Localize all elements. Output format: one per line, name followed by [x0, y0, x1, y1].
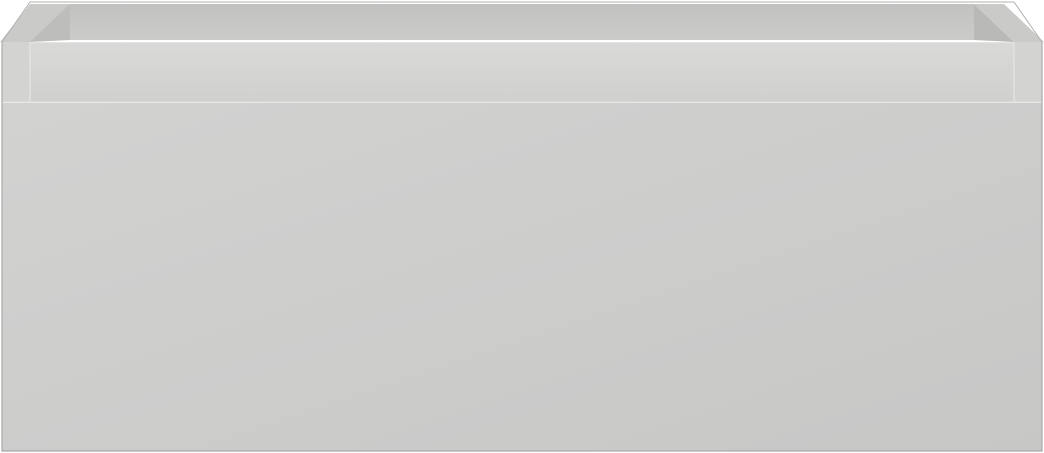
left-corner-post	[2, 42, 30, 102]
drawer-rim	[30, 42, 1014, 102]
drawer-front-panel	[2, 103, 1042, 451]
inner-back-wall	[70, 4, 974, 40]
drawer-box-illustration	[0, 1, 1044, 452]
right-corner-post	[1014, 42, 1042, 102]
drawer-scene	[0, 0, 1044, 453]
